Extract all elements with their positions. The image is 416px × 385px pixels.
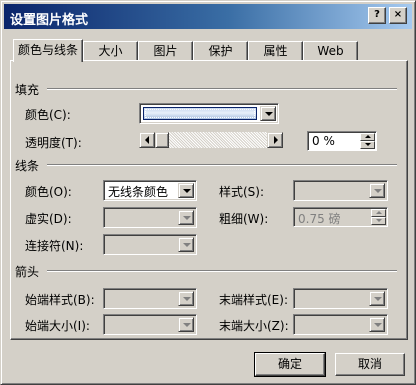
begin-size-dropdown[interactable] bbox=[103, 314, 197, 335]
spin-down-icon[interactable] bbox=[360, 141, 375, 149]
weight-input[interactable]: 0.75 磅 bbox=[293, 207, 388, 227]
chevron-down-icon[interactable] bbox=[178, 291, 194, 306]
end-size-dropdown[interactable] bbox=[293, 314, 388, 335]
close-button[interactable]: × bbox=[389, 7, 407, 24]
tab-colors-and-lines[interactable]: 颜色与线条 bbox=[13, 39, 83, 62]
transparency-slider-thumb[interactable] bbox=[155, 132, 169, 148]
end-size-label: 末端大小(Z): bbox=[219, 319, 289, 333]
fill-separator bbox=[47, 88, 397, 90]
title-bar[interactable]: 设置图片格式 ? × bbox=[4, 4, 412, 29]
line-color-value: 无线条颜色 bbox=[108, 185, 169, 199]
weight-value: 0.75 磅 bbox=[298, 212, 341, 226]
tab-picture[interactable]: 图片 bbox=[138, 41, 193, 61]
chevron-down-icon[interactable] bbox=[178, 210, 194, 225]
tab-size[interactable]: 大小 bbox=[83, 41, 138, 61]
begin-style-label: 始端样式(B): bbox=[25, 293, 95, 307]
transparency-slider[interactable] bbox=[139, 132, 283, 148]
scroll-right-icon[interactable] bbox=[267, 132, 283, 148]
transparency-input[interactable]: 0 % bbox=[307, 131, 377, 151]
scroll-left-icon[interactable] bbox=[139, 132, 155, 148]
line-color-label: 颜色(O): bbox=[25, 185, 72, 199]
dialog-title: 设置图片格式 bbox=[10, 13, 89, 28]
transparency-label: 透明度(T): bbox=[25, 136, 82, 150]
line-section-title: 线条 bbox=[15, 159, 40, 173]
chevron-down-icon[interactable] bbox=[178, 183, 194, 198]
fill-color-dropdown[interactable] bbox=[139, 103, 279, 124]
line-separator bbox=[47, 164, 397, 166]
format-picture-dialog: 设置图片格式 ? × 颜色与线条 大小 图片 保护 属性 Web 填充 颜色(C… bbox=[0, 0, 416, 385]
chevron-down-icon[interactable] bbox=[369, 317, 385, 332]
chevron-down-icon[interactable] bbox=[260, 106, 276, 121]
chevron-down-icon[interactable] bbox=[178, 237, 194, 252]
weight-label: 粗细(W): bbox=[219, 212, 269, 226]
connector-dropdown[interactable] bbox=[103, 234, 197, 255]
end-style-dropdown[interactable] bbox=[293, 288, 388, 309]
dash-label: 虚实(D): bbox=[25, 212, 72, 226]
spin-up-icon[interactable] bbox=[360, 133, 375, 141]
connector-label: 连接符(N): bbox=[25, 239, 84, 253]
ok-button[interactable]: 确定 bbox=[254, 352, 326, 377]
help-icon: ? bbox=[374, 9, 380, 20]
line-style-label: 样式(S): bbox=[219, 185, 265, 199]
end-style-label: 末端样式(E): bbox=[219, 293, 288, 307]
spin-down-icon[interactable] bbox=[371, 217, 386, 225]
help-button[interactable]: ? bbox=[368, 7, 386, 24]
chevron-down-icon[interactable] bbox=[178, 317, 194, 332]
dash-dropdown[interactable] bbox=[103, 207, 197, 228]
close-icon: × bbox=[393, 9, 403, 20]
tab-protection[interactable]: 保护 bbox=[193, 41, 248, 61]
tab-properties[interactable]: 属性 bbox=[248, 41, 303, 61]
line-color-dropdown[interactable]: 无线条颜色 bbox=[103, 180, 197, 201]
begin-size-label: 始端大小(I): bbox=[25, 319, 90, 333]
transparency-value: 0 % bbox=[312, 134, 335, 148]
fill-section-title: 填充 bbox=[15, 83, 40, 97]
tab-panel-colors-and-lines: 填充 颜色(C): 透明度(T): 0 % 线条 颜色(O): 无线条颜色 样式… bbox=[10, 60, 408, 340]
tab-web[interactable]: Web bbox=[303, 41, 358, 61]
spin-up-icon[interactable] bbox=[371, 209, 386, 217]
arrows-separator bbox=[47, 270, 397, 272]
arrows-section-title: 箭头 bbox=[15, 265, 40, 279]
fill-color-label: 颜色(C): bbox=[25, 108, 71, 122]
line-style-dropdown[interactable] bbox=[293, 180, 388, 201]
chevron-down-icon[interactable] bbox=[369, 183, 385, 198]
cancel-button[interactable]: 取消 bbox=[335, 353, 405, 376]
chevron-down-icon[interactable] bbox=[369, 291, 385, 306]
begin-style-dropdown[interactable] bbox=[103, 288, 197, 309]
fill-color-swatch bbox=[143, 107, 257, 120]
